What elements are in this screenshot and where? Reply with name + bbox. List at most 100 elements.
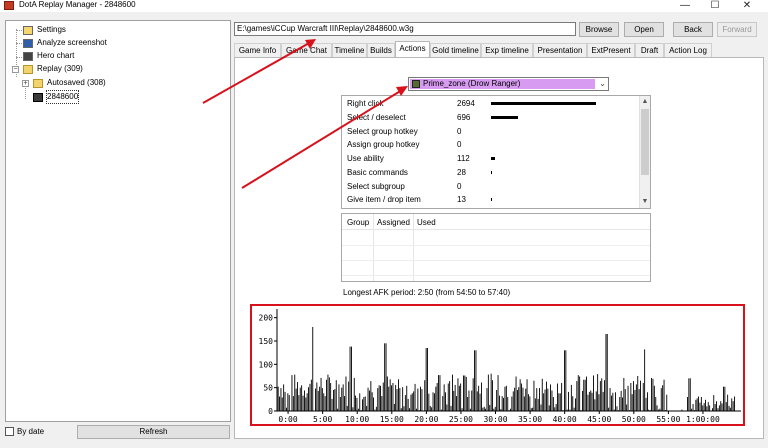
chart-bar: [547, 388, 549, 411]
chart-bar: [304, 390, 305, 411]
y-tick-label: 150: [259, 337, 274, 346]
tab-game-info[interactable]: Game Info: [234, 43, 281, 57]
chart-bar: [400, 408, 402, 411]
chart-bar: [312, 327, 314, 411]
chart-bar: [420, 386, 421, 411]
chart-bar: [291, 375, 293, 411]
player-select[interactable]: Prime_zone (Drow Ranger) ⌄: [408, 77, 609, 91]
chart-bar: [552, 397, 554, 411]
chart-bar: [721, 403, 723, 411]
tree-item-label: Hero chart: [37, 51, 75, 60]
chart-bar: [447, 383, 449, 411]
column-header-group[interactable]: Group: [347, 218, 369, 227]
chart-bar: [450, 405, 452, 411]
chart-bar: [389, 379, 391, 411]
chart-bar: [406, 385, 408, 411]
chart-bar: [392, 383, 394, 411]
tab-builds[interactable]: Builds: [367, 43, 395, 57]
close-button[interactable]: ✕: [732, 0, 762, 12]
maximize-button[interactable]: ☐: [700, 0, 730, 12]
chart-bar: [702, 405, 704, 411]
chart-bar: [528, 394, 529, 411]
refresh-button[interactable]: Refresh: [77, 425, 230, 439]
navigation-tree[interactable]: Settings Analyze screenshot Hero chart −…: [5, 20, 231, 422]
chart-bar: [328, 377, 330, 411]
chart-bar: [613, 409, 615, 411]
scroll-up-icon[interactable]: ▲: [640, 97, 650, 107]
chart-bar: [544, 389, 546, 411]
tab-game-chat[interactable]: Game Chat: [281, 43, 332, 57]
chart-bar: [514, 387, 516, 411]
chart-bar: [695, 399, 697, 411]
chart-bar: [590, 390, 592, 411]
tab-gold-timeline[interactable]: Gold timeline: [430, 43, 481, 57]
chart-bar: [577, 375, 579, 411]
browse-button[interactable]: Browse: [579, 22, 619, 37]
chart-bar: [326, 379, 327, 411]
x-tick-label: 55:00: [656, 415, 680, 424]
chart-bar: [467, 397, 469, 411]
chart-bar: [487, 374, 489, 411]
chart-bar: [409, 408, 410, 411]
replay-path-field[interactable]: E:\games\iCCup Warcraft III\Replay\28486…: [234, 22, 576, 36]
tab-exp-timeline[interactable]: Exp timeline: [481, 43, 533, 57]
forward-button[interactable]: Forward: [717, 22, 757, 37]
column-header-used[interactable]: Used: [417, 218, 436, 227]
chart-bar: [606, 334, 608, 411]
hotkey-groups-table[interactable]: Group Assigned Used: [341, 213, 651, 282]
chart-bar: [656, 405, 658, 411]
chart-bar: [700, 397, 702, 411]
expand-expander[interactable]: +: [22, 80, 29, 87]
chart-bar: [689, 378, 691, 411]
action-label: Right click: [347, 99, 384, 108]
chart-bar: [723, 386, 724, 411]
chart-bar: [288, 395, 290, 411]
chart-bar: [468, 390, 470, 411]
chart-bar: [601, 378, 603, 411]
tab-draft[interactable]: Draft: [635, 43, 664, 57]
chart-bar: [655, 397, 657, 411]
chart-bar: [568, 391, 569, 411]
chart-bar: [295, 388, 297, 411]
scroll-thumb[interactable]: [641, 109, 649, 175]
chart-bar: [507, 397, 509, 411]
chart-bar: [705, 399, 706, 411]
chart-bar: [403, 406, 405, 411]
table-row: [342, 275, 650, 276]
chart-bar: [342, 384, 344, 411]
chart-bar: [642, 383, 644, 411]
column-header-assigned[interactable]: Assigned: [377, 218, 410, 227]
open-button[interactable]: Open: [624, 22, 664, 37]
chart-bar: [414, 383, 416, 411]
tab-presentation[interactable]: Presentation: [533, 43, 587, 57]
chart-bar: [718, 405, 720, 411]
tab-timeline[interactable]: Timeline: [332, 43, 367, 57]
app-icon: [4, 1, 14, 10]
chart-bar: [622, 397, 623, 411]
scroll-down-icon[interactable]: ▼: [640, 197, 650, 207]
chart-bar: [579, 376, 581, 411]
chart-bar: [641, 410, 643, 411]
tab-action-log[interactable]: Action Log: [664, 43, 712, 57]
chart-bar: [734, 396, 735, 411]
chart-bar: [720, 401, 722, 411]
chart-bar: [299, 387, 301, 411]
collapse-expander[interactable]: −: [12, 66, 19, 73]
minimize-button[interactable]: —: [670, 0, 700, 12]
actions-scrollbar[interactable]: ▲ ▼: [639, 96, 650, 208]
chart-bar: [380, 385, 381, 411]
chevron-down-icon[interactable]: ⌄: [599, 78, 606, 90]
back-button[interactable]: Back: [673, 22, 713, 37]
chart-bar: [522, 387, 524, 411]
tab-actions[interactable]: Actions: [395, 41, 430, 58]
chart-bar: [653, 385, 655, 411]
chart-bar: [475, 350, 477, 411]
by-date-checkbox[interactable]: [5, 427, 14, 436]
tab-extpresent[interactable]: ExtPresent: [587, 43, 635, 57]
chart-bar: [443, 384, 445, 411]
chart-bar: [588, 391, 590, 411]
chart-bar: [421, 389, 423, 411]
actions-list[interactable]: Right click 2694 Select / deselect 696 Selec…: [341, 95, 651, 209]
chart-bar: [398, 379, 399, 411]
chart-bar: [381, 396, 383, 411]
